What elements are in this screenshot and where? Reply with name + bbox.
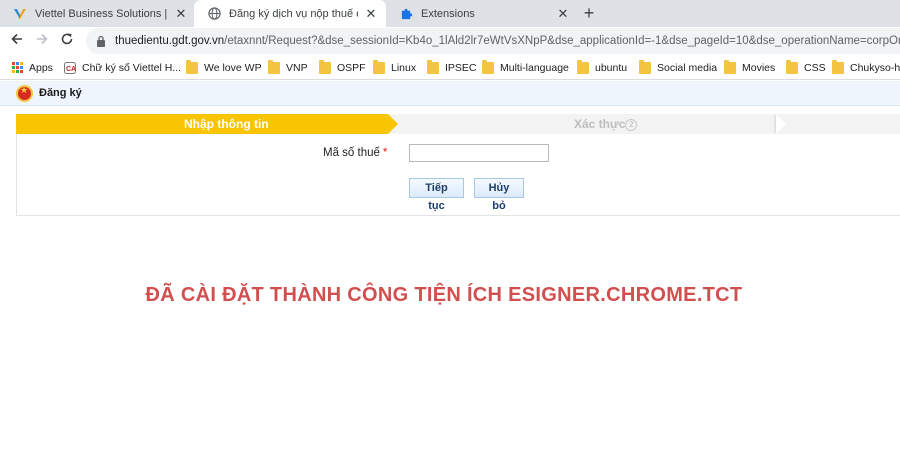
bookmark-folder[interactable]: ubuntu xyxy=(577,59,627,76)
tab-extensions[interactable]: Extensions ✕ xyxy=(386,0,578,27)
bookmark-label: VNP xyxy=(286,61,308,74)
bookmark-label: OSPF xyxy=(337,61,366,74)
browser-toolbar: thuedientu.gdt.gov.vn/etaxnnt/Request?&d… xyxy=(0,27,900,55)
step-2-text: Xác thực xyxy=(574,117,626,131)
close-tab-icon[interactable]: ✕ xyxy=(364,6,378,21)
bookmark-apps[interactable]: Apps xyxy=(12,59,53,76)
tab-dang-ky[interactable]: Đăng ký dịch vụ nộp thuế điện tử ✕ xyxy=(194,0,386,27)
bookmark-viettel-ca[interactable]: CA Chữ ký số Viettel H... xyxy=(64,59,181,76)
bookmark-label: We love WP xyxy=(204,61,262,74)
viettel-v-logo-icon xyxy=(13,7,27,21)
bookmark-label: Multi-language xyxy=(500,61,569,74)
forward-arrow-icon[interactable] xyxy=(33,32,51,50)
folder-icon xyxy=(639,59,651,74)
page-header: Đăng ký xyxy=(0,81,900,106)
cancel-button[interactable]: Hủy bỏ xyxy=(474,178,524,212)
folder-icon xyxy=(373,59,385,74)
bookmark-label: Linux xyxy=(391,61,417,74)
step-1-label: Nhập thông tin xyxy=(184,117,269,131)
required-mark: * xyxy=(382,147,388,159)
back-arrow-icon[interactable] xyxy=(8,32,26,50)
puzzle-icon xyxy=(399,7,413,21)
bookmark-label: ubuntu xyxy=(595,61,628,74)
bookmark-folder[interactable]: Multi-language xyxy=(482,59,569,76)
svg-text:CA: CA xyxy=(66,66,76,73)
registration-form: Mã số thuế * Tiếp tục Hủy bỏ xyxy=(16,134,900,216)
continue-button[interactable]: Tiếp tục xyxy=(409,178,464,212)
url-host: thuedientu.gdt.gov.vn xyxy=(115,35,225,47)
reload-icon[interactable] xyxy=(58,32,76,50)
url-text: thuedientu.gdt.gov.vn/etaxnnt/Request?&d… xyxy=(115,35,900,47)
success-banner: ĐÃ CÀI ĐẶT THÀNH CÔNG TIỆN ÍCH ESIGNER.C… xyxy=(145,284,743,306)
bookmark-label: Apps xyxy=(29,61,53,74)
folder-icon xyxy=(186,59,198,74)
folder-icon xyxy=(577,59,589,74)
tab-viettel[interactable]: Viettel Business Solutions | Giải p ✕ xyxy=(0,0,196,27)
bookmark-folder[interactable]: IPSEC xyxy=(427,59,477,76)
tab-title: Extensions xyxy=(421,7,475,20)
page-title: Đăng ký xyxy=(39,87,82,99)
folder-icon xyxy=(724,59,736,74)
bookmark-label: Movies xyxy=(742,61,776,74)
bookmark-folder[interactable]: We love WP xyxy=(186,59,262,76)
new-tab-button[interactable]: + xyxy=(580,4,598,22)
close-tab-icon[interactable]: ✕ xyxy=(174,6,188,21)
address-bar[interactable]: thuedientu.gdt.gov.vn/etaxnnt/Request?&d… xyxy=(86,28,900,54)
folder-icon xyxy=(786,59,798,74)
folder-icon xyxy=(832,59,844,74)
bookmark-folder[interactable]: OSPF xyxy=(319,59,366,76)
folder-icon xyxy=(482,59,494,74)
bookmark-folder[interactable]: CSS xyxy=(786,59,826,76)
bookmark-folder[interactable]: VNP xyxy=(268,59,308,76)
url-path: /etaxnnt/Request?&dse_sessionId=Kb4o_1lA… xyxy=(224,35,900,47)
browser-tab-strip: Viettel Business Solutions | Giải p ✕ Đă… xyxy=(0,0,900,27)
folder-icon xyxy=(319,59,331,74)
folder-icon xyxy=(268,59,280,74)
bookmark-folder[interactable]: Chukyso-ho xyxy=(832,59,900,76)
bookmark-folder[interactable]: Movies xyxy=(724,59,775,76)
national-emblem-icon xyxy=(16,84,33,102)
step-2-number: 2 xyxy=(625,118,638,131)
bookmarks-bar: Apps CA Chữ ký số Viettel H... We love W… xyxy=(0,55,900,80)
bookmark-label: Social media xyxy=(657,61,718,74)
apps-grid-icon xyxy=(12,62,23,73)
globe-icon xyxy=(207,7,221,21)
tab-title: Viettel Business Solutions | Giải p xyxy=(35,7,168,20)
bookmark-label: IPSEC xyxy=(445,61,477,74)
bookmark-label: Chữ ký số Viettel H... xyxy=(82,61,182,74)
step-progress-bar: Nhập thông tin Xác thực 2 xyxy=(16,114,900,134)
bookmark-label: CSS xyxy=(804,61,826,74)
bookmark-folder[interactable]: Linux xyxy=(373,59,416,76)
step-1-text: Nhập thông tin xyxy=(184,117,269,131)
tax-code-label-text: Mã số thuế xyxy=(323,147,380,159)
viettel-ca-icon: CA xyxy=(64,61,76,74)
folder-icon xyxy=(427,59,439,74)
close-tab-icon[interactable]: ✕ xyxy=(556,6,570,21)
tab-title: Đăng ký dịch vụ nộp thuế điện tử xyxy=(229,7,358,20)
step-active-arrow xyxy=(388,114,398,134)
bookmark-folder[interactable]: Social media xyxy=(639,59,717,76)
tax-code-label: Mã số thuế * xyxy=(323,147,387,159)
step-chevron xyxy=(776,114,786,134)
tax-code-input[interactable] xyxy=(409,144,549,162)
bookmark-label: Chukyso-ho xyxy=(850,61,900,74)
step-2-label: Xác thực 2 xyxy=(574,117,638,131)
lock-icon[interactable] xyxy=(96,35,106,47)
